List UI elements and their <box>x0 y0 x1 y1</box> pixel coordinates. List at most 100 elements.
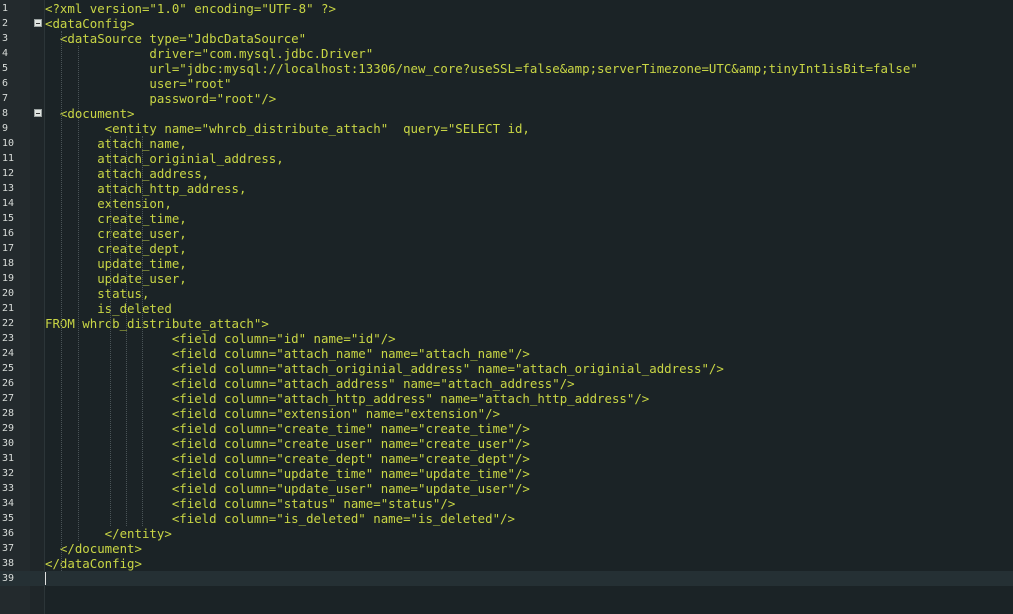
code-line[interactable]: 21 is_deleted <box>0 301 1013 316</box>
code-text[interactable]: <field column="update_time" name="update… <box>45 466 530 481</box>
code-text[interactable]: attach_http_address, <box>45 181 246 196</box>
code-line[interactable]: 34 <field column="status" name="status"/… <box>0 496 1013 511</box>
code-text[interactable]: </document> <box>45 541 142 556</box>
code-editor[interactable]: 1 <?xml version="1.0" encoding="UTF-8" ?>… <box>0 0 1013 614</box>
code-line[interactable]: 9 <entity name="whrcb_distribute_attach"… <box>0 121 1013 136</box>
code-text[interactable]: <document> <box>45 106 135 121</box>
code-text[interactable]: password="root"/> <box>45 91 276 106</box>
code-line[interactable]: 20 status, <box>0 286 1013 301</box>
line-number: 29 <box>2 423 15 434</box>
code-text[interactable]: </entity> <box>45 526 172 541</box>
code-text[interactable]: <entity name="whrcb_distribute_attach" q… <box>45 121 530 136</box>
code-line[interactable]: 14 extension, <box>0 196 1013 211</box>
code-line[interactable]: 15 create_time, <box>0 211 1013 226</box>
code-line[interactable]: 36 </entity> <box>0 526 1013 541</box>
code-text[interactable]: update_time, <box>45 256 187 271</box>
fold-toggle-icon[interactable] <box>34 19 42 27</box>
line-number: 9 <box>2 123 9 134</box>
line-number: 28 <box>2 408 15 419</box>
code-line[interactable]: 18 update_time, <box>0 256 1013 271</box>
line-number: 14 <box>2 198 15 209</box>
code-line[interactable]: 23 <field column="id" name="id"/> <box>0 331 1013 346</box>
code-line[interactable]: 11 attach_originial_address, <box>0 151 1013 166</box>
line-number: 7 <box>2 93 9 104</box>
line-number: 35 <box>2 513 15 524</box>
code-text[interactable]: create_time, <box>45 211 187 226</box>
code-text[interactable]: attach_name, <box>45 136 187 151</box>
code-text[interactable]: <dataSource type="JdbcDataSource" <box>45 31 306 46</box>
code-line[interactable]: 35 <field column="is_deleted" name="is_d… <box>0 511 1013 526</box>
code-line[interactable]: 19 update_user, <box>0 271 1013 286</box>
line-number: 31 <box>2 453 15 464</box>
code-line[interactable]: 12 attach_address, <box>0 166 1013 181</box>
code-line[interactable]: 16 create_user, <box>0 226 1013 241</box>
code-text[interactable]: <field column="is_deleted" name="is_dele… <box>45 511 515 526</box>
code-text[interactable]: <field column="extension" name="extensio… <box>45 406 500 421</box>
code-text[interactable]: create_user, <box>45 226 187 241</box>
code-text[interactable]: create_dept, <box>45 241 187 256</box>
line-number: 24 <box>2 348 15 359</box>
text-caret <box>45 572 46 585</box>
code-text[interactable]: <dataConfig> <box>45 16 135 31</box>
code-text[interactable]: <?xml version="1.0" encoding="UTF-8" ?> <box>45 1 336 16</box>
code-line[interactable]: 24 <field column="attach_name" name="att… <box>0 346 1013 361</box>
line-number: 13 <box>2 183 15 194</box>
code-line[interactable]: 29 <field column="create_time" name="cre… <box>0 421 1013 436</box>
line-number: 37 <box>2 543 15 554</box>
code-line[interactable]: 5 url="jdbc:mysql://localhost:13306/new_… <box>0 61 1013 76</box>
code-line[interactable]: 13 attach_http_address, <box>0 181 1013 196</box>
code-text[interactable]: is_deleted <box>45 301 172 316</box>
code-text[interactable]: url="jdbc:mysql://localhost:13306/new_co… <box>45 61 917 76</box>
code-text[interactable]: <field column="id" name="id"/> <box>45 331 396 346</box>
code-text[interactable]: <field column="create_time" name="create… <box>45 421 530 436</box>
line-number: 12 <box>2 168 15 179</box>
code-line[interactable]: 31 <field column="create_dept" name="cre… <box>0 451 1013 466</box>
line-number: 18 <box>2 258 15 269</box>
code-text[interactable]: <field column="status" name="status"/> <box>45 496 455 511</box>
code-line[interactable]: 6 user="root" <box>0 76 1013 91</box>
code-text[interactable]: attach_address, <box>45 166 209 181</box>
code-text[interactable]: <field column="update_user" name="update… <box>45 481 530 496</box>
code-line[interactable]: 27 <field column="attach_http_address" n… <box>0 391 1013 406</box>
code-line[interactable]: 3 <dataSource type="JdbcDataSource" <box>0 31 1013 46</box>
code-line[interactable]: 37 </document> <box>0 541 1013 556</box>
code-line[interactable]: 2 <dataConfig> <box>0 16 1013 31</box>
code-line[interactable]: 39 <box>0 571 1013 586</box>
line-number: 19 <box>2 273 15 284</box>
code-text[interactable]: </dataConfig> <box>45 556 142 571</box>
line-number: 38 <box>2 558 15 569</box>
code-text[interactable]: attach_originial_address, <box>45 151 284 166</box>
code-line[interactable]: 7 password="root"/> <box>0 91 1013 106</box>
fold-toggle-icon[interactable] <box>34 109 42 117</box>
code-text[interactable]: user="root" <box>45 76 231 91</box>
code-line[interactable]: 17 create_dept, <box>0 241 1013 256</box>
code-text[interactable]: driver="com.mysql.jdbc.Driver" <box>45 46 373 61</box>
code-line[interactable]: 8 <document> <box>0 106 1013 121</box>
code-line[interactable]: 32 <field column="update_time" name="upd… <box>0 466 1013 481</box>
code-text[interactable]: <field column="attach_http_address" name… <box>45 391 649 406</box>
code-line[interactable]: 28 <field column="extension" name="exten… <box>0 406 1013 421</box>
code-line[interactable]: 30 <field column="create_user" name="cre… <box>0 436 1013 451</box>
code-line[interactable]: 10 attach_name, <box>0 136 1013 151</box>
code-text[interactable]: <field column="attach_address" name="att… <box>45 376 575 391</box>
code-line[interactable]: 38 </dataConfig> <box>0 556 1013 571</box>
line-number: 36 <box>2 528 15 539</box>
code-text[interactable]: update_user, <box>45 271 187 286</box>
code-line[interactable]: 1 <?xml version="1.0" encoding="UTF-8" ?> <box>0 1 1013 16</box>
line-number: 23 <box>2 333 15 344</box>
code-line[interactable]: 25 <field column="attach_originial_addre… <box>0 361 1013 376</box>
code-text[interactable]: <field column="attach_name" name="attach… <box>45 346 530 361</box>
code-line[interactable]: 33 <field column="update_user" name="upd… <box>0 481 1013 496</box>
line-number: 20 <box>2 288 15 299</box>
line-number: 8 <box>2 108 9 119</box>
line-number: 10 <box>2 138 15 149</box>
code-line[interactable]: 26 <field column="attach_address" name="… <box>0 376 1013 391</box>
code-text[interactable]: extension, <box>45 196 172 211</box>
line-number: 15 <box>2 213 15 224</box>
code-line[interactable]: 22 FROM whrcb_distribute_attach"> <box>0 316 1013 331</box>
line-number: 1 <box>2 3 9 14</box>
code-text[interactable]: <field column="create_dept" name="create… <box>45 451 530 466</box>
code-text[interactable]: <field column="attach_originial_address"… <box>45 361 724 376</box>
code-text[interactable]: <field column="create_user" name="create… <box>45 436 530 451</box>
code-line[interactable]: 4 driver="com.mysql.jdbc.Driver" <box>0 46 1013 61</box>
